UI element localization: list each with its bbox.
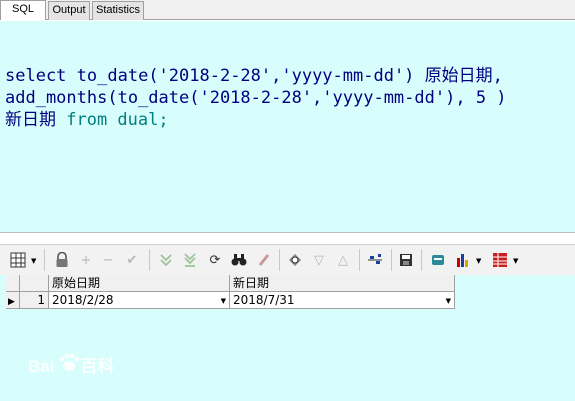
filter-down-icon[interactable]: ▽ — [309, 250, 329, 270]
save-icon[interactable] — [396, 250, 416, 270]
query-by-example-icon[interactable] — [285, 250, 305, 270]
args: ('2018-2-28','yyyy-mm-dd') — [148, 66, 425, 86]
result-grid-area: 原始日期 新日期 ▶ 1 2018/2/28 ▼ 2018/7/31 ▼ — [0, 275, 575, 401]
header-indicator — [6, 275, 20, 292]
tab-sql[interactable]: SQL — [0, 0, 46, 20]
chevron-down-icon[interactable]: ▼ — [446, 293, 451, 308]
column-header-original-date[interactable]: 原始日期 — [49, 275, 230, 292]
toolbar-separator — [391, 249, 392, 271]
clear-icon[interactable] — [254, 250, 274, 270]
row-number: 1 — [20, 292, 49, 309]
table-options-icon[interactable] — [490, 250, 510, 270]
alias-new-date: 新日期 — [5, 110, 56, 130]
chevron-down-icon[interactable]: ▼ — [31, 257, 36, 265]
function-to-date: to_date — [76, 66, 149, 86]
result-toolbar: ▼ + − ✔ ⟳ ▽ △ ▼ ▼ — [0, 244, 575, 276]
toolbar-separator — [421, 249, 422, 271]
keyword-from: from — [56, 110, 118, 130]
toolbar-separator — [149, 249, 150, 271]
table-dual: dual; — [117, 110, 169, 130]
tab-output[interactable]: Output — [48, 1, 90, 20]
keyword-select: select — [5, 66, 77, 86]
chart-icon[interactable] — [453, 250, 473, 270]
args-add-months: (to_date('2018-2-28','yyyy-mm-dd'), 5 ) — [107, 88, 507, 108]
paw-logo-icon — [59, 353, 80, 371]
current-row-icon: ▶ — [8, 297, 15, 307]
connect-icon[interactable] — [365, 250, 385, 270]
cell-new-date[interactable]: 2018/7/31 ▼ — [230, 292, 455, 309]
toolbar-separator — [44, 249, 45, 271]
tab-statistics[interactable]: Statistics — [92, 1, 144, 20]
sql-code[interactable]: select to_date('2018-2-28','yyyy-mm-dd')… — [5, 65, 507, 131]
last-page-icon[interactable] — [180, 250, 200, 270]
row-indicator: ▶ — [6, 292, 20, 309]
cell-original-date[interactable]: 2018/2/28 ▼ — [49, 292, 230, 309]
export-icon[interactable] — [428, 250, 448, 270]
delete-record-icon[interactable]: − — [98, 250, 118, 270]
chevron-down-icon[interactable]: ▼ — [513, 257, 518, 265]
find-icon[interactable] — [229, 250, 249, 270]
filter-up-icon[interactable]: △ — [333, 250, 353, 270]
refresh-icon[interactable]: ⟳ — [205, 250, 225, 270]
toolbar-separator — [279, 249, 280, 271]
toolbar-separator — [359, 249, 360, 271]
tab-bar: SQL Output Statistics — [0, 0, 575, 20]
chevron-down-icon[interactable]: ▼ — [476, 257, 481, 265]
alias-original-date: 原始日期, — [424, 66, 503, 86]
chevron-down-icon[interactable]: ▼ — [221, 293, 226, 308]
column-header-new-date[interactable]: 新日期 — [230, 275, 455, 292]
function-add-months: add_months — [5, 88, 108, 108]
grid-view-icon[interactable] — [8, 250, 28, 270]
sql-editor[interactable]: select to_date('2018-2-28','yyyy-mm-dd')… — [0, 21, 575, 233]
add-record-icon[interactable]: + — [76, 250, 96, 270]
header-rownum — [20, 275, 49, 292]
lock-icon[interactable] — [52, 250, 72, 270]
post-icon[interactable]: ✔ — [122, 250, 142, 270]
next-page-icon[interactable] — [156, 250, 176, 270]
